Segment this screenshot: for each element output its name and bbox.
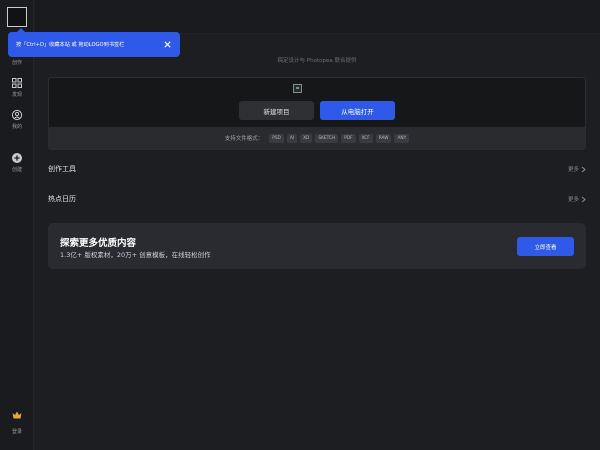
sidebar-item-label: 创作 bbox=[11, 60, 22, 66]
format-tag: SKETCH bbox=[315, 133, 339, 143]
section-title: 热点日历 bbox=[48, 195, 76, 203]
format-tag: PDF bbox=[341, 133, 356, 143]
format-tag: ANY bbox=[394, 133, 410, 143]
sidebar-item-label: 我的 bbox=[11, 124, 22, 130]
chevron-right-icon bbox=[581, 166, 586, 172]
tooltip-text: 按「Ctrl+D」收藏本站 或 拖动LOGO到书签栏 bbox=[16, 42, 125, 48]
sidebar: 创作 发现 我的 创建 登录 bbox=[0, 0, 34, 450]
view-now-button[interactable]: 立即查看 bbox=[517, 237, 574, 256]
bookmark-tooltip: 按「Ctrl+D」收藏本站 或 拖动LOGO到书签栏 bbox=[8, 28, 180, 57]
open-from-computer-button[interactable]: 从电脑打开 bbox=[320, 101, 395, 120]
more-link[interactable]: 更多 bbox=[568, 165, 586, 173]
user-icon bbox=[11, 109, 23, 121]
format-tag: AI bbox=[286, 133, 298, 143]
sidebar-item-mine[interactable]: 我的 bbox=[0, 109, 34, 130]
sidebar-item-new[interactable]: 创建 bbox=[0, 152, 34, 173]
section-hot-calendar: 热点日历 更多 bbox=[48, 193, 586, 205]
sidebar-item-label: 发现 bbox=[11, 92, 22, 98]
sidebar-item-discover[interactable]: 发现 bbox=[0, 77, 34, 98]
section-creation-tools: 创作工具 更多 bbox=[48, 163, 586, 175]
section-title: 创作工具 bbox=[48, 165, 76, 173]
format-tag: RAW bbox=[375, 133, 392, 143]
format-tag: XD bbox=[300, 133, 313, 143]
more-link[interactable]: 更多 bbox=[568, 195, 586, 203]
promo-title: 探索更多优质内容 bbox=[60, 238, 137, 249]
promo-subtitle: 1.3亿+ 版权素材，20万+ 创意模板，在线轻松创作 bbox=[60, 251, 211, 259]
more-label: 更多 bbox=[567, 167, 579, 173]
supported-formats: 支持文件格式： PSD AI XD SKETCH PDF XCF RAW ANY bbox=[49, 127, 585, 149]
chevron-right-icon bbox=[581, 196, 586, 202]
close-icon[interactable] bbox=[163, 40, 172, 49]
crown-icon bbox=[12, 411, 22, 419]
top-bar bbox=[35, 0, 600, 34]
more-label: 更多 bbox=[567, 197, 579, 203]
sidebar-item-label: 创建 bbox=[11, 167, 22, 173]
logo-image[interactable] bbox=[7, 7, 27, 27]
format-tag: PSD bbox=[269, 133, 284, 143]
discover-icon bbox=[12, 78, 22, 88]
login-label: 登录 bbox=[11, 429, 22, 435]
formats-label: 支持文件格式： bbox=[224, 136, 264, 142]
upload-panel: 新建项目 从电脑打开 支持文件格式： PSD AI XD SKETCH PDF … bbox=[48, 77, 586, 150]
plus-circle-icon bbox=[12, 153, 22, 163]
sidebar-item-login[interactable]: 登录 bbox=[0, 409, 34, 435]
new-project-button[interactable]: 新建项目 bbox=[239, 101, 314, 120]
provider-caption: 稿定设计与 Photopea 联合提供 bbox=[277, 58, 357, 64]
broken-image-icon bbox=[293, 84, 302, 93]
format-tag: XCF bbox=[358, 133, 373, 143]
promo-banner: 探索更多优质内容 1.3亿+ 版权素材，20万+ 创意模板，在线轻松创作 立即查… bbox=[48, 223, 586, 269]
